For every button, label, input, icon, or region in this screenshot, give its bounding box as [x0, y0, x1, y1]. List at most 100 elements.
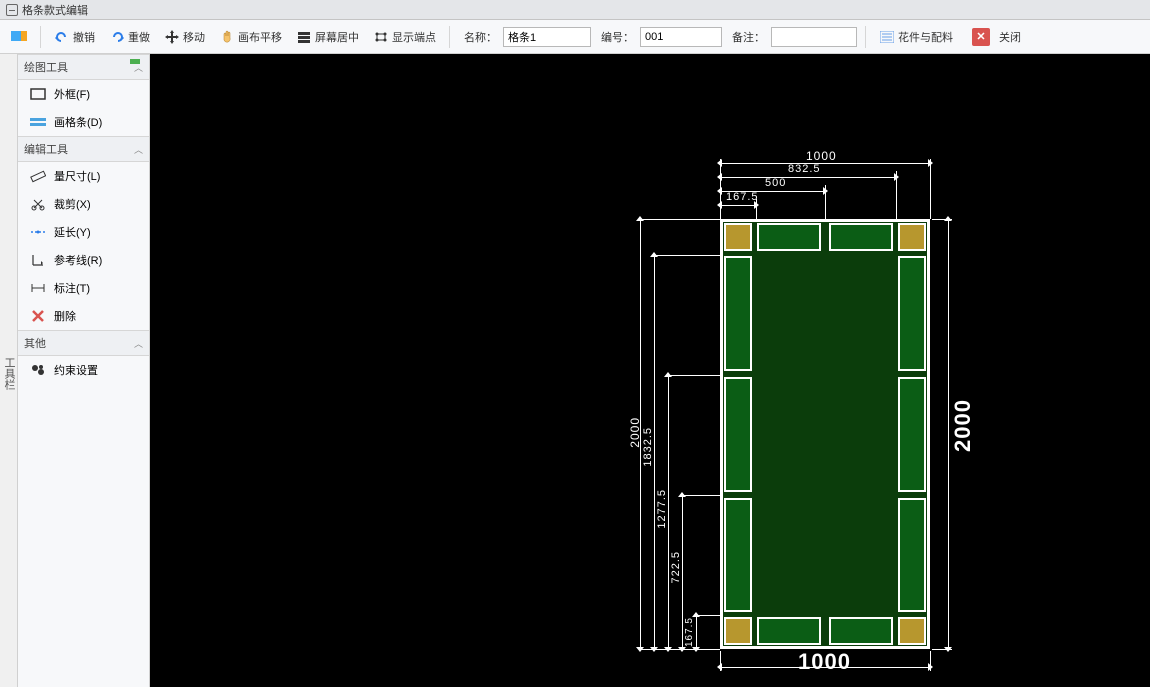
seg — [757, 617, 821, 645]
group-header-draw[interactable]: 绘图工具︿ — [18, 54, 149, 80]
list-icon — [879, 29, 895, 45]
dim-label: 1000 — [806, 149, 837, 163]
dim-label: 2000 — [950, 399, 976, 452]
redo-label: 重做 — [128, 29, 150, 45]
redo-button[interactable]: 重做 — [104, 26, 155, 48]
drawing-canvas[interactable]: 167.5 500 832.5 1000 — [150, 54, 1150, 687]
extend-icon — [30, 225, 46, 239]
center-button[interactable]: 屏幕居中 — [291, 26, 364, 48]
seg — [898, 377, 926, 492]
group-label: 绘图工具 — [24, 59, 68, 75]
dimline — [948, 219, 949, 649]
dim-label: 1000 — [798, 649, 851, 675]
sidebar-item-trim[interactable]: 裁剪(X) — [18, 190, 149, 218]
sidebar-item-refline[interactable]: 参考线(R) — [18, 246, 149, 274]
showpoints-label: 显示端点 — [392, 29, 436, 45]
group-label: 其他 — [24, 335, 46, 351]
grid-icon — [30, 115, 46, 129]
arrow — [944, 216, 952, 221]
arrow — [664, 372, 672, 377]
sidebar-item-measure[interactable]: 量尺寸(L) — [18, 162, 149, 190]
parts-label: 花件与配料 — [898, 29, 953, 45]
arrow — [717, 663, 722, 671]
sidebar-item-delete[interactable]: 删除 — [18, 302, 149, 330]
pan-button[interactable]: 画布平移 — [214, 26, 287, 48]
sidebar-item-label: 画格条(D) — [54, 114, 102, 130]
sidebar-item-annotate[interactable]: 标注(T) — [18, 274, 149, 302]
name-label: 名称： — [464, 29, 497, 45]
corner-tr — [898, 223, 926, 251]
arrow — [944, 647, 952, 652]
tick — [654, 255, 720, 256]
name-input[interactable] — [503, 27, 591, 47]
scissors-icon — [30, 197, 46, 211]
vertical-tab-label: 工具栏 — [3, 357, 15, 390]
seg — [898, 256, 926, 371]
parts-button[interactable]: 花件与配料 — [874, 26, 958, 48]
dim-label: 832.5 — [788, 163, 821, 175]
dim-label: 722.5 — [670, 551, 682, 584]
sidebar-item-label: 约束设置 — [54, 362, 98, 378]
sidebar-item-grid[interactable]: 画格条(D) — [18, 108, 149, 136]
redo-icon — [109, 29, 125, 45]
sidebar-item-frame[interactable]: 外框(F) — [18, 80, 149, 108]
sidebar: 绘图工具︿ 外框(F) 画格条(D) 编辑工具︿ 量尺寸(L) 裁剪(X) 延长… — [18, 54, 150, 687]
code-input[interactable] — [640, 27, 722, 47]
group-header-other[interactable]: 其他︿ — [18, 330, 149, 356]
tick — [825, 185, 826, 219]
move-button[interactable]: 移动 — [159, 26, 210, 48]
tick — [896, 171, 897, 219]
dim-label: 1277.5 — [656, 489, 668, 529]
arrow — [678, 647, 686, 652]
seg — [829, 223, 893, 251]
undo-icon — [54, 29, 70, 45]
seg — [829, 617, 893, 645]
dimension-icon — [30, 281, 46, 295]
close-icon[interactable]: ✕ — [972, 28, 990, 46]
tick — [720, 159, 721, 219]
tick — [682, 495, 720, 496]
points-icon — [373, 29, 389, 45]
arrow — [650, 647, 658, 652]
dim-label: 2000 — [628, 417, 642, 448]
flag-tool-button[interactable] — [6, 26, 32, 48]
pan-label: 画布平移 — [238, 29, 282, 45]
arrow — [650, 252, 658, 257]
center-label: 屏幕居中 — [315, 29, 359, 45]
dimline — [682, 495, 683, 649]
dimline — [668, 375, 669, 649]
seg — [757, 223, 821, 251]
seg — [724, 256, 752, 371]
dimline — [720, 177, 896, 178]
group-label: 编辑工具 — [24, 141, 68, 157]
axis-icon — [30, 253, 46, 267]
sidebar-item-label: 参考线(R) — [54, 252, 102, 268]
vertical-tab[interactable]: 工具栏 — [0, 54, 18, 687]
center-icon — [296, 29, 312, 45]
dim-label: 500 — [765, 177, 786, 189]
arrow — [664, 647, 672, 652]
close-label: 关闭 — [999, 29, 1021, 45]
rectangle-icon — [30, 87, 46, 101]
remark-input[interactable] — [771, 27, 857, 47]
arrow — [636, 647, 644, 652]
arrow — [636, 216, 644, 221]
dim-label: 1832.5 — [642, 427, 654, 467]
delete-icon — [30, 309, 46, 323]
seg — [724, 377, 752, 492]
dimline — [720, 191, 825, 192]
undo-button[interactable]: 撤销 — [49, 26, 100, 48]
close-button[interactable]: 关闭 — [994, 26, 1026, 48]
dim-label: 167.5 — [684, 617, 695, 647]
sidebar-item-label: 延长(Y) — [54, 224, 91, 240]
corner-bl — [724, 617, 752, 645]
move-label: 移动 — [183, 29, 205, 45]
marker-icon — [130, 59, 140, 64]
showpoints-button[interactable]: 显示端点 — [368, 26, 441, 48]
sidebar-item-extend[interactable]: 延长(Y) — [18, 218, 149, 246]
sidebar-item-constraint[interactable]: 约束设置 — [18, 356, 149, 384]
seg — [724, 498, 752, 612]
group-header-edit[interactable]: 编辑工具︿ — [18, 136, 149, 162]
tick — [668, 375, 720, 376]
dimline — [654, 255, 655, 649]
